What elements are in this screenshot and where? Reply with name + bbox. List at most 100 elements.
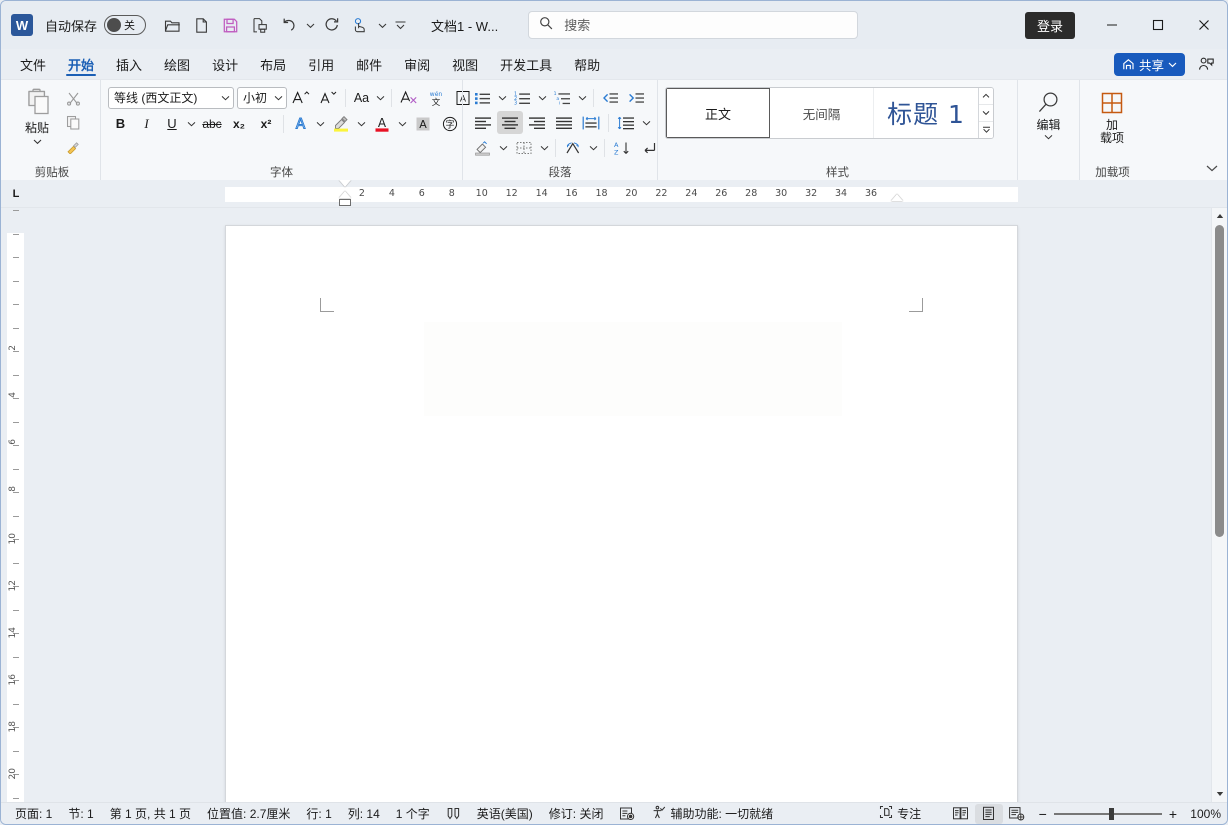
grow-font-button[interactable] <box>288 86 314 109</box>
tab-developer[interactable]: 开发工具 <box>489 49 563 79</box>
font-size-combo[interactable]: 小初 <box>237 86 287 109</box>
macro-record-icon[interactable] <box>611 804 643 824</box>
zoom-control[interactable]: − + <box>1031 807 1185 821</box>
horizontal-ruler[interactable]: 2 4 6 8 10 12 14 16 18 20 22 24 26 28 30 32 34 36 <box>31 180 1211 207</box>
status-focus[interactable]: 专注 <box>871 804 929 824</box>
align-right-button[interactable] <box>524 111 550 134</box>
align-left-button[interactable] <box>470 111 496 134</box>
left-indent-marker[interactable] <box>339 199 351 206</box>
italic-button[interactable]: I <box>134 112 159 135</box>
cut-button[interactable] <box>61 87 85 110</box>
borders-chevron-down-icon[interactable] <box>538 136 551 159</box>
status-page-count[interactable]: 第 1 页, 共 1 页 <box>102 804 199 824</box>
decrease-indent-button[interactable] <box>598 86 623 109</box>
font-name-chevron-down-icon[interactable] <box>221 91 230 105</box>
undo-icon[interactable] <box>274 10 303 40</box>
scrollbar-thumb[interactable] <box>1215 225 1224 537</box>
touch-mode-icon[interactable] <box>346 10 375 40</box>
tab-file[interactable]: 文件 <box>9 49 57 79</box>
borders-button[interactable] <box>511 136 537 159</box>
font-size-chevron-down-icon[interactable] <box>274 91 283 105</box>
redo-icon[interactable] <box>317 10 346 40</box>
customize-qat-icon[interactable] <box>389 10 411 40</box>
tab-stop-selector[interactable]: L <box>1 180 31 207</box>
tab-insert[interactable]: 插入 <box>105 49 153 79</box>
styles-more-icon[interactable] <box>979 122 993 138</box>
status-accessibility[interactable]: 辅助功能: 一切就绪 <box>643 804 781 824</box>
new-document-icon[interactable] <box>187 10 216 40</box>
document-page[interactable] <box>224 225 1018 802</box>
share-button[interactable]: 共享 <box>1113 52 1185 76</box>
tab-layout[interactable]: 布局 <box>249 49 297 79</box>
shrink-font-button[interactable] <box>315 86 341 109</box>
line-spacing-button[interactable] <box>613 111 639 134</box>
status-line[interactable]: 行: 1 <box>298 804 339 824</box>
close-button[interactable] <box>1181 9 1227 41</box>
underline-chevron-down-icon[interactable] <box>185 112 198 135</box>
underline-button[interactable]: U <box>160 112 184 135</box>
align-center-button[interactable] <box>497 111 523 134</box>
maximize-button[interactable] <box>1135 9 1181 41</box>
sort-cjk-button[interactable] <box>560 136 586 159</box>
tab-home[interactable]: 开始 <box>57 49 105 79</box>
distribute-button[interactable] <box>578 111 604 134</box>
enclose-characters-button[interactable]: 字 <box>437 112 463 135</box>
tab-view[interactable]: 视图 <box>441 49 489 79</box>
styles-gallery-scroll[interactable] <box>978 88 993 138</box>
tab-help[interactable]: 帮助 <box>563 49 611 79</box>
bold-button[interactable]: B <box>108 112 133 135</box>
change-case-chevron-down-icon[interactable] <box>374 86 387 109</box>
style-item-heading1[interactable]: 标题 1 <box>874 88 978 138</box>
highlight-chevron-down-icon[interactable] <box>355 112 368 135</box>
web-layout-icon[interactable] <box>1003 804 1031 824</box>
print-layout-icon[interactable] <box>974 803 1003 824</box>
asian-layout-chevron-down-icon[interactable] <box>587 136 600 159</box>
read-mode-icon[interactable] <box>947 804 975 824</box>
shading-chevron-down-icon[interactable] <box>497 136 510 159</box>
multilevel-chevron-down-icon[interactable] <box>576 86 589 109</box>
editing-button[interactable]: 编辑 <box>1021 84 1076 163</box>
multilevel-list-button[interactable]: 1 a i <box>550 86 575 109</box>
status-section[interactable]: 节: 1 <box>60 804 101 824</box>
print-preview-icon[interactable] <box>245 10 274 40</box>
text-effects-button[interactable]: A <box>288 112 313 135</box>
search-input[interactable] <box>562 16 848 34</box>
zoom-percent-label[interactable]: 100% <box>1185 807 1221 821</box>
tab-mailings[interactable]: 邮件 <box>345 49 393 79</box>
zoom-in-button[interactable]: + <box>1169 807 1177 821</box>
right-indent-marker[interactable] <box>891 194 903 201</box>
proofing-icon[interactable] <box>438 804 469 824</box>
shading-button[interactable] <box>470 136 496 159</box>
superscript-button[interactable]: x² <box>253 112 279 135</box>
styles-scroll-down-icon[interactable] <box>979 105 993 122</box>
touch-mode-chevron-down-icon[interactable] <box>375 10 389 40</box>
character-shading-button[interactable]: A <box>410 112 436 135</box>
document-canvas[interactable] <box>31 208 1211 802</box>
bullets-chevron-down-icon[interactable] <box>496 86 509 109</box>
font-color-button[interactable]: A <box>369 112 395 135</box>
justify-button[interactable] <box>551 111 577 134</box>
style-item-normal[interactable]: 正文 <box>666 88 770 138</box>
scroll-down-icon[interactable] <box>1212 786 1227 802</box>
change-case-button[interactable]: Aa <box>350 86 373 109</box>
sign-in-button[interactable]: 登录 <box>1024 11 1075 39</box>
format-painter-button[interactable] <box>61 135 85 158</box>
open-icon[interactable] <box>158 10 187 40</box>
zoom-slider-thumb[interactable] <box>1108 807 1114 820</box>
undo-chevron-down-icon[interactable] <box>303 10 317 40</box>
tab-review[interactable]: 审阅 <box>393 49 441 79</box>
comments-icon[interactable] <box>1193 52 1219 76</box>
minimize-button[interactable] <box>1089 9 1135 41</box>
addins-button[interactable]: 加 载项 <box>1083 84 1141 163</box>
save-icon[interactable] <box>216 10 245 40</box>
status-language[interactable]: 英语(美国) <box>469 804 541 824</box>
status-position[interactable]: 位置值: 2.7厘米 <box>199 804 298 824</box>
tab-design[interactable]: 设计 <box>201 49 249 79</box>
copy-button[interactable] <box>61 111 85 134</box>
phonetic-guide-button[interactable]: wén 文 <box>423 86 449 109</box>
autosave-toggle[interactable]: 关 <box>104 15 147 35</box>
status-word-count[interactable]: 1 个字 <box>388 804 438 824</box>
tab-references[interactable]: 引用 <box>297 49 345 79</box>
font-color-chevron-down-icon[interactable] <box>396 112 409 135</box>
status-track-changes[interactable]: 修订: 关闭 <box>541 804 612 824</box>
